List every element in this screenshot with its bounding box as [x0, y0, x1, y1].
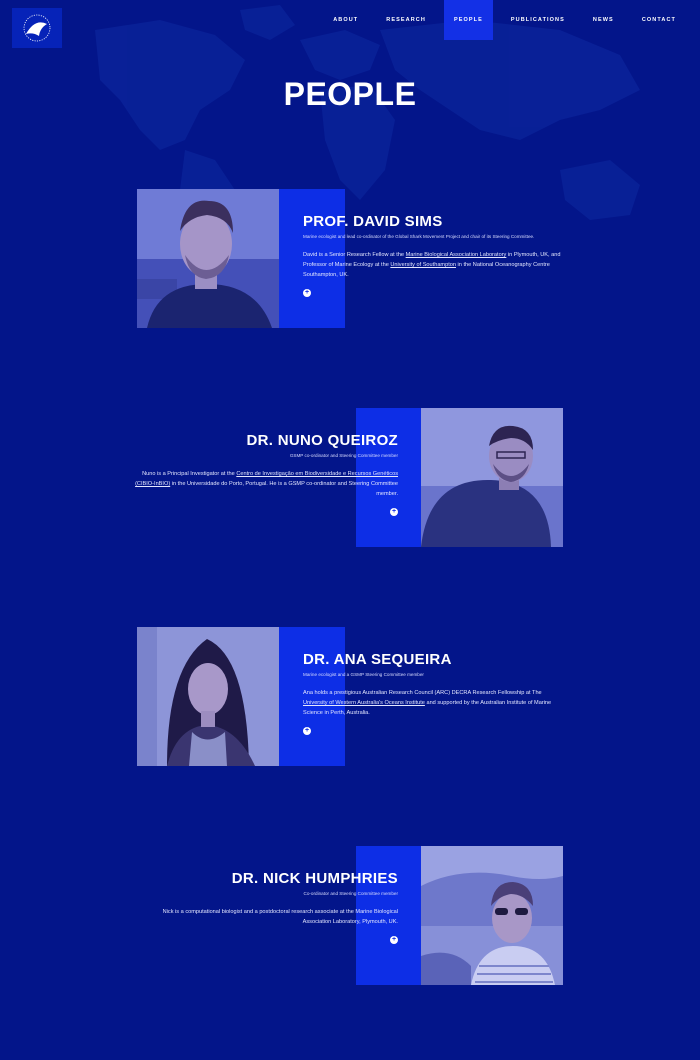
person-text: DR. NUNO QUEIROZ GSMP co-ordinator and S… — [134, 432, 398, 518]
nav-research[interactable]: RESEARCH — [376, 0, 436, 40]
nav-news[interactable]: NEWS — [583, 0, 624, 40]
person-photo — [137, 189, 279, 328]
nav-people[interactable]: PEOPLE — [443, 0, 493, 40]
person-role: Marine ecologist and a GSMP Steering Com… — [303, 672, 424, 677]
nav-about[interactable]: ABOUT — [323, 0, 368, 40]
person-text: DR. ANA SEQUEIRA Marine ecologist and a … — [303, 651, 563, 737]
person-text: PROF. DAVID SIMS Marine ecologist and le… — [303, 213, 563, 299]
nav-publications[interactable]: PUBLICATIONS — [501, 0, 575, 40]
plus-circle-icon[interactable]: + — [303, 727, 311, 735]
nav-contact[interactable]: CONTACT — [632, 0, 686, 40]
person-card: DR. NUNO QUEIROZ GSMP co-ordinator and S… — [0, 408, 700, 548]
person-card: PROF. DAVID SIMS Marine ecologist and le… — [0, 189, 700, 329]
bio-text: in the Universidade do Porto, Portugal. … — [170, 481, 398, 497]
person-bio: David is a Senior Research Fellow at the… — [303, 250, 563, 280]
page-title: PEOPLE — [283, 76, 417, 112]
person-card: DR. NICK HUMPHRIES Co-ordinator and Stee… — [0, 846, 700, 986]
person-card: DR. ANA SEQUEIRA Marine ecologist and a … — [0, 627, 700, 767]
person-name: DR. NUNO QUEIROZ — [246, 432, 398, 449]
person-name: DR. NICK HUMPHRIES — [231, 870, 398, 887]
plus-circle-icon[interactable]: + — [303, 289, 311, 297]
person-photo — [137, 627, 279, 766]
main-nav: ABOUT RESEARCH PEOPLE PUBLICATIONS NEWS … — [323, 0, 686, 40]
bio-text: Nick is a computational biologist and a … — [162, 909, 398, 925]
bio-link-mba[interactable]: Marine Biological Association Laboratory — [406, 252, 507, 258]
person-name: DR. ANA SEQUEIRA — [303, 651, 452, 668]
person-photo — [421, 846, 563, 985]
bio-text: Ana holds a prestigious Australian Resea… — [303, 690, 542, 696]
person-name: PROF. DAVID SIMS — [303, 213, 443, 230]
bio-text: Nuno is a Principal Investigator at the — [142, 471, 237, 477]
person-text: DR. NICK HUMPHRIES Co-ordinator and Stee… — [134, 870, 398, 946]
person-bio: Nuno is a Principal Investigator at the … — [134, 469, 398, 499]
shark-fin-logo-icon — [23, 14, 51, 42]
person-role: GSMP co-ordinator and Steering Committee… — [289, 453, 398, 458]
bio-link-southampton[interactable]: University of Southampton — [390, 262, 456, 268]
person-role: Marine ecologist and lead co-ordinator o… — [303, 234, 535, 239]
plus-circle-icon[interactable]: + — [390, 508, 398, 516]
person-role: Co-ordinator and Steering Committee memb… — [303, 891, 398, 896]
page: ABOUT RESEARCH PEOPLE PUBLICATIONS NEWS … — [0, 0, 700, 1060]
site-logo[interactable] — [12, 8, 62, 48]
bio-link-uwa[interactable]: University of Western Australia's Oceans… — [303, 700, 425, 706]
person-bio: Ana holds a prestigious Australian Resea… — [303, 688, 563, 718]
person-photo — [421, 408, 563, 547]
bio-text: David is a Senior Research Fellow at the — [303, 252, 406, 258]
plus-circle-icon[interactable]: + — [390, 936, 398, 944]
person-bio: Nick is a computational biologist and a … — [134, 907, 398, 927]
